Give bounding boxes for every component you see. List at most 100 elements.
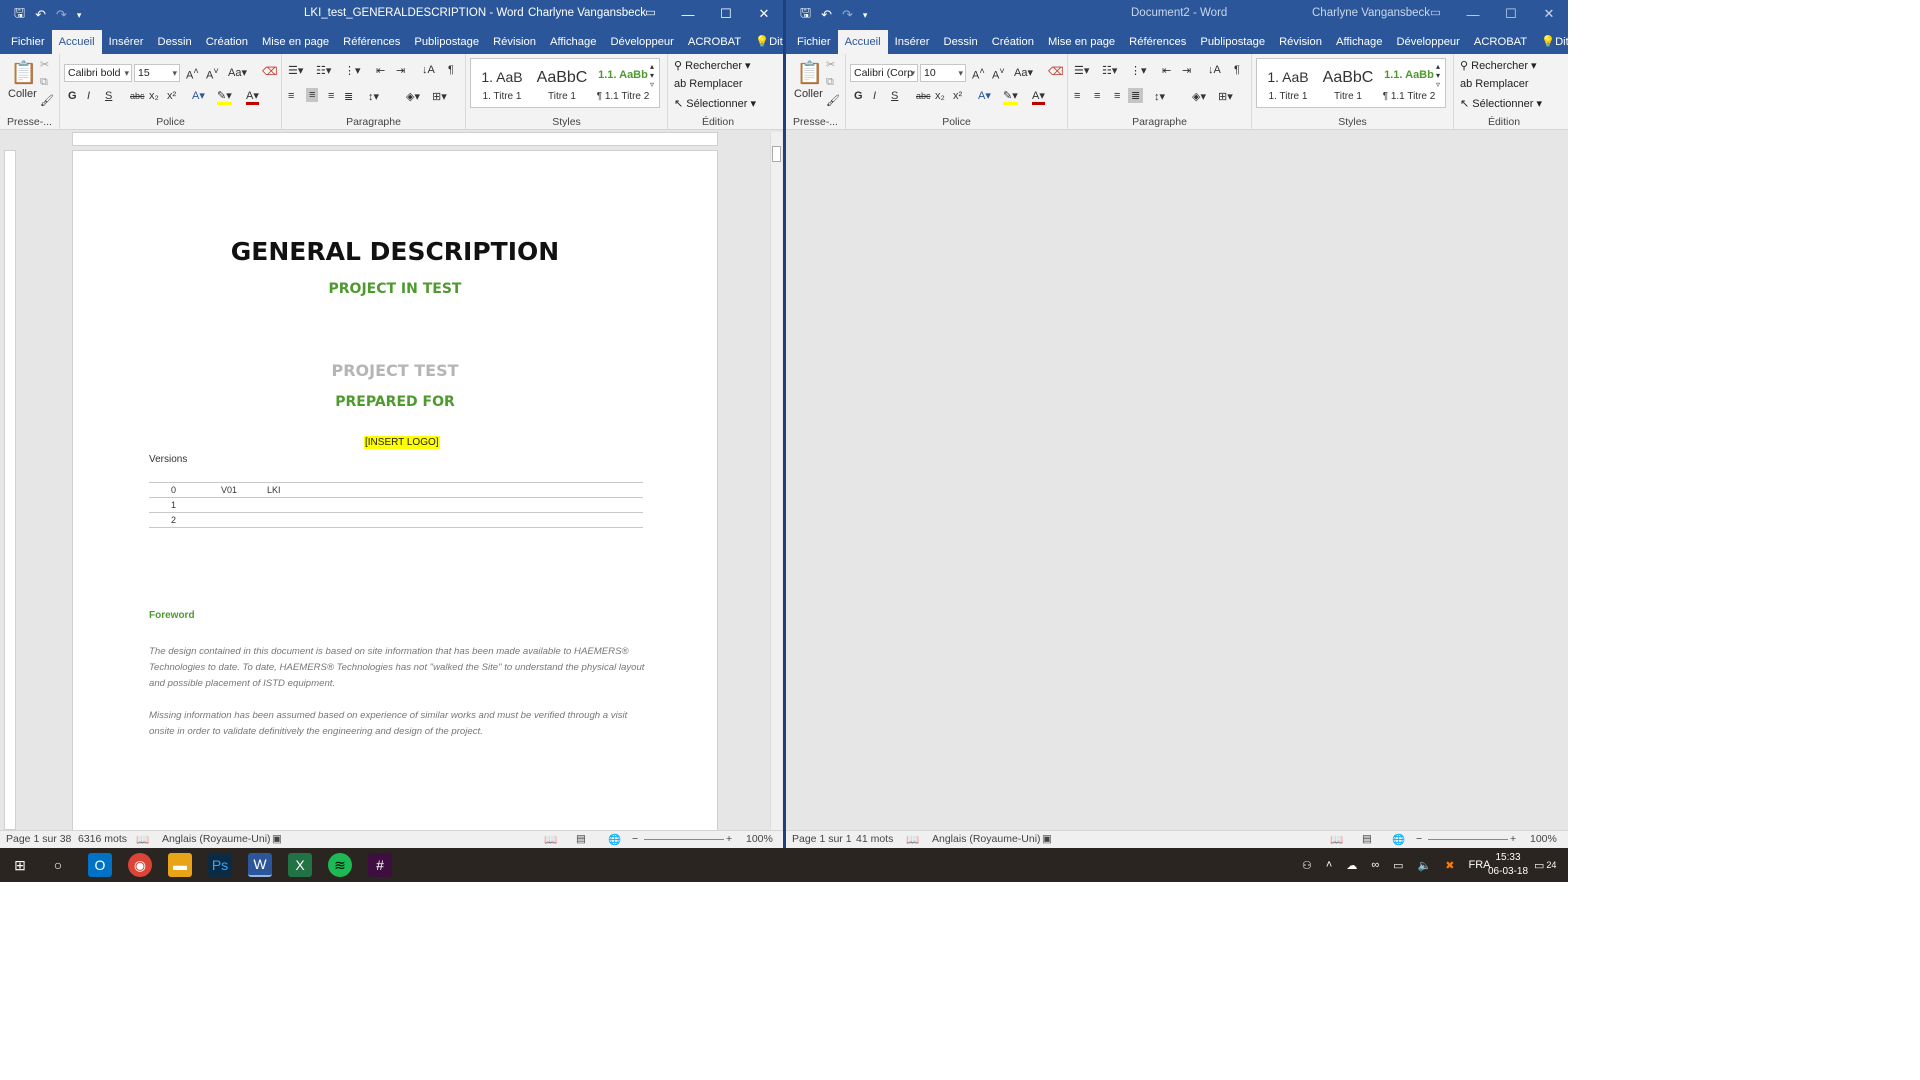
undo-icon[interactable]: ↶ (35, 7, 46, 23)
tab-developpeur[interactable]: Développeur (603, 30, 680, 54)
superscript-button[interactable]: x² (953, 90, 962, 102)
subscript-button[interactable]: x₂ (149, 90, 159, 102)
shading-icon[interactable]: ◈▾ (406, 90, 420, 103)
justify-icon[interactable]: ≣ (1128, 88, 1144, 103)
align-center-icon[interactable]: ≡ (306, 88, 319, 102)
zoom-slider[interactable] (644, 839, 724, 840)
tab-developpeur[interactable]: Développeur (1389, 30, 1466, 54)
tab-references[interactable]: Références (1122, 30, 1193, 54)
word-count[interactable]: 41 mots (856, 833, 893, 845)
tab-fichier[interactable]: Fichier (790, 30, 838, 54)
bullets-icon[interactable]: ☰▾ (1074, 64, 1089, 77)
tab-creation[interactable]: Création (985, 30, 1041, 54)
tab-accueil[interactable]: Accueil (837, 30, 888, 54)
style-titre-2[interactable]: 1.1. AaBb ¶ 1.1 Titre 2 (1377, 59, 1441, 107)
bullets-icon[interactable]: ☰▾ (288, 64, 303, 77)
bold-button[interactable]: G (854, 90, 863, 102)
show-hidden-icon[interactable]: ˄ (1326, 859, 1332, 871)
macro-icon[interactable]: ▣ (272, 833, 282, 845)
tab-publipostage[interactable]: Publipostage (407, 30, 486, 54)
zoom-in-icon[interactable]: + (1510, 833, 1516, 845)
align-right-icon[interactable]: ≡ (328, 90, 334, 102)
paste-button[interactable]: Coller (794, 88, 823, 100)
strikethrough-button[interactable]: abc (916, 91, 931, 101)
vertical-scrollbar[interactable] (770, 132, 782, 830)
multilevel-list-icon[interactable]: ⋮▾ (1130, 64, 1147, 77)
text-effects-icon[interactable]: A▾ (192, 89, 205, 102)
chrome-icon[interactable]: ◉ (128, 853, 152, 877)
close-button[interactable]: ✕ (745, 0, 783, 28)
style-titre-1[interactable]: AaBbC Titre 1 (533, 59, 591, 107)
customize-qat-icon[interactable]: ▾ (863, 10, 868, 21)
language[interactable]: Anglais (Royaume-Uni) (932, 833, 1041, 845)
align-left-icon[interactable]: ≡ (1074, 90, 1080, 102)
borders-icon[interactable]: ⊞▾ (1218, 90, 1233, 103)
page-count[interactable]: Page 1 sur 38 (6, 833, 71, 845)
volume-icon[interactable]: 🔈 (1418, 859, 1432, 872)
zoom-slider[interactable] (1428, 839, 1508, 840)
user-name[interactable]: Charlyne Vangansbeck (1312, 7, 1430, 19)
scroll-thumb[interactable] (772, 146, 781, 162)
format-painter-icon[interactable]: 🖌 (826, 94, 840, 107)
paste-button[interactable]: Coller (8, 88, 37, 100)
maximize-button[interactable]: ☐ (1492, 0, 1530, 28)
format-painter-icon[interactable]: 🖌 (40, 94, 54, 107)
multilevel-list-icon[interactable]: ⋮▾ (344, 64, 361, 77)
increase-indent-icon[interactable]: ⇥ (1182, 64, 1191, 77)
tell-me-search[interactable]: 💡Dites-le-r (748, 30, 783, 54)
zoom-in-icon[interactable]: + (726, 833, 732, 845)
italic-button[interactable]: I (87, 90, 90, 102)
pilcrow-icon[interactable]: ¶ (1234, 64, 1240, 76)
change-case-icon[interactable]: Aa▾ (228, 66, 247, 79)
tab-dessin[interactable]: Dessin (150, 30, 198, 54)
style-titre-1-numbered[interactable]: 1. AaB 1. Titre 1 (473, 59, 531, 107)
document-area-empty[interactable] (786, 130, 1568, 830)
file-explorer-icon[interactable]: ▬ (168, 853, 192, 877)
tell-me-search[interactable]: 💡Dites-le-r (1534, 30, 1568, 54)
document-page[interactable]: GENERAL DESCRIPTION PROJECT IN TEST PROJ… (72, 150, 718, 840)
clear-formatting-icon[interactable]: ⌫ (262, 65, 278, 78)
styles-more-icon[interactable]: ▴ ▾ ▿ (1436, 62, 1440, 89)
save-icon[interactable]: 🖫 (14, 4, 25, 26)
numbering-icon[interactable]: ☷▾ (316, 64, 331, 77)
action-center[interactable]: ▭ 24 (1534, 848, 1556, 882)
strikethrough-button[interactable]: abc (130, 91, 145, 101)
cut-icon[interactable]: ✂ (40, 58, 49, 71)
network-icon[interactable]: ▭ (1393, 859, 1403, 872)
close-button[interactable]: ✕ (1530, 0, 1568, 28)
cut-icon[interactable]: ✂ (826, 58, 835, 71)
tab-accueil[interactable]: Accueil (51, 30, 102, 54)
tab-fichier[interactable]: Fichier (4, 30, 52, 54)
tab-publipostage[interactable]: Publipostage (1193, 30, 1272, 54)
align-left-icon[interactable]: ≡ (288, 90, 294, 102)
font-size-combo[interactable]: 10 (920, 64, 966, 82)
sort-icon[interactable]: ↓A (1208, 64, 1221, 76)
tab-affichage[interactable]: Affichage (543, 30, 603, 54)
zoom-level[interactable]: 100% (746, 833, 773, 845)
font-name-combo[interactable]: Calibri bold (64, 64, 132, 82)
paste-icon[interactable]: 📋 (10, 60, 37, 86)
zoom-out-icon[interactable]: − (632, 833, 638, 845)
align-right-icon[interactable]: ≡ (1114, 90, 1120, 102)
word-icon[interactable]: W (248, 853, 272, 877)
decrease-indent-icon[interactable]: ⇤ (1162, 64, 1171, 77)
link-icon[interactable]: ∞ (1371, 859, 1379, 871)
tab-revision[interactable]: Révision (1272, 30, 1329, 54)
select-button[interactable]: ↖ Sélectionner ▾ (674, 97, 756, 110)
print-layout-icon[interactable]: ▤ (1362, 833, 1372, 845)
clock[interactable]: 15:33 06-03-18 (1488, 848, 1528, 882)
page-count[interactable]: Page 1 sur 1 (792, 833, 852, 845)
photoshop-icon[interactable]: Ps (208, 853, 232, 877)
minimize-button[interactable]: — (1454, 0, 1492, 28)
copy-icon[interactable]: ⧉ (40, 76, 48, 89)
copy-icon[interactable]: ⧉ (826, 76, 834, 89)
italic-button[interactable]: I (873, 90, 876, 102)
read-mode-icon[interactable]: 📖 (544, 833, 557, 846)
grow-font-icon[interactable]: A˄ (972, 66, 985, 82)
zoom-level[interactable]: 100% (1530, 833, 1557, 845)
shading-icon[interactable]: ◈▾ (1192, 90, 1206, 103)
proofing-icon[interactable]: 📖 (906, 833, 919, 846)
underline-button[interactable]: S (891, 90, 898, 102)
tab-mise-en-page[interactable]: Mise en page (1041, 30, 1122, 54)
highlight-icon[interactable]: ✎▾ (217, 89, 232, 105)
